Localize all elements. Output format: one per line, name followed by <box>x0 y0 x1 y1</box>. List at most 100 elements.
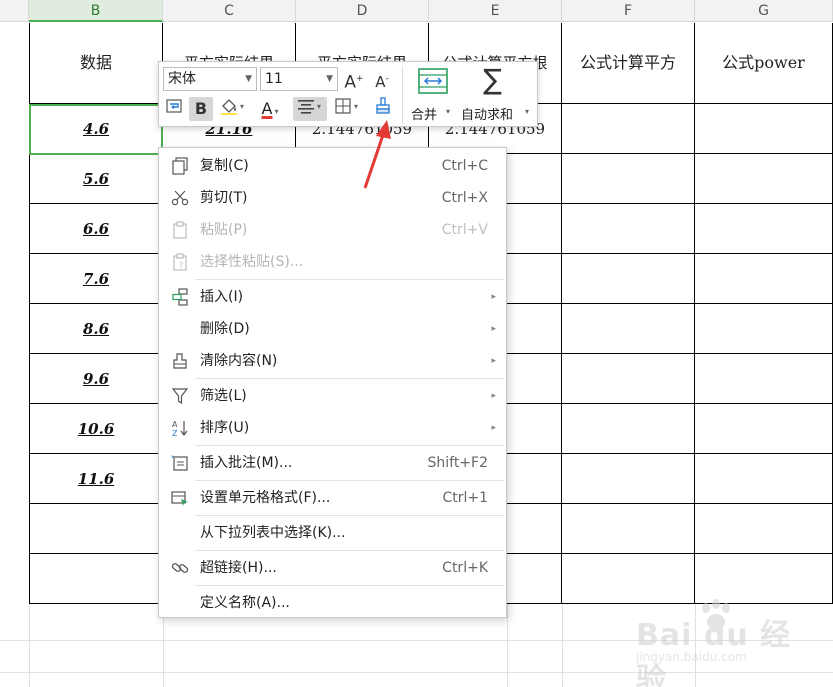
menu-label: 排序(U) <box>200 420 250 436</box>
menu-separator <box>195 550 504 551</box>
svg-text:A: A <box>172 420 178 429</box>
menu-item-hyperlink[interactable]: 超链接(H)... Ctrl+K <box>159 553 506 583</box>
sort-icon: AZ <box>172 420 188 437</box>
value-b-row8: 11.6 <box>77 470 115 488</box>
cell-e-row7[interactable] <box>507 404 562 454</box>
paint-bucket-icon: ▾ <box>221 99 244 115</box>
gridline <box>562 604 563 687</box>
cell-e-row8[interactable] <box>507 454 562 504</box>
autosum-button[interactable]: ∑ 自动求和 ▾ <box>461 63 537 125</box>
filter-icon <box>171 388 189 405</box>
link-icon <box>171 563 189 573</box>
font-name-select[interactable]: 宋体 ▼ <box>163 67 257 91</box>
cell-f-row6[interactable] <box>562 354 695 404</box>
cell-g-row10[interactable] <box>695 554 833 604</box>
cell-e-row6[interactable] <box>507 354 562 404</box>
cell-f-row3[interactable] <box>562 204 695 254</box>
copy-icon <box>172 157 188 175</box>
menu-shortcut: Shift+F2 <box>427 455 488 471</box>
menu-item-cut[interactable]: 剪切(T) Ctrl+X <box>159 183 506 213</box>
cell-f-row2[interactable] <box>562 154 695 204</box>
cell-b-row3[interactable]: 6.6 <box>29 204 163 254</box>
cell-g-row6[interactable] <box>695 354 833 404</box>
cell-f-row4[interactable] <box>562 254 695 304</box>
cell-g-row8[interactable] <box>695 454 833 504</box>
baidu-watermark: Bai du 经验 jingyan.baidu.com <box>636 598 796 687</box>
cell-g-row9[interactable] <box>695 504 833 554</box>
cell-e-row9[interactable] <box>507 504 562 554</box>
value-b-row4: 7.6 <box>82 270 110 288</box>
cell-b-row9[interactable] <box>29 504 163 554</box>
cell-b-row6[interactable]: 9.6 <box>29 354 163 404</box>
bold-button[interactable]: B <box>189 97 213 121</box>
cell-f-row1[interactable] <box>562 104 695 154</box>
annotation-arrow <box>363 120 391 189</box>
cell-b-header[interactable]: 数据 <box>29 23 163 104</box>
cell-g-row1[interactable] <box>695 104 833 154</box>
menu-shortcut: Ctrl+1 <box>442 490 488 506</box>
menu-item-sort[interactable]: AZ 排序(U) ▸ <box>159 413 506 443</box>
align-button[interactable]: ▾ <box>293 97 327 121</box>
menu-separator <box>195 279 504 280</box>
menu-item-delete[interactable]: 删除(D) ▸ <box>159 314 506 344</box>
cell-b-row4[interactable]: 7.6 <box>29 254 163 304</box>
column-header-b[interactable]: B <box>29 0 163 22</box>
cell-e-row3[interactable] <box>507 204 562 254</box>
shrink-font-icon: A <box>375 73 386 91</box>
cell-f-row7[interactable] <box>562 404 695 454</box>
chevron-down-icon: ▼ <box>245 74 252 84</box>
cell-f-row8[interactable] <box>562 454 695 504</box>
cell-f-row5[interactable] <box>562 304 695 354</box>
cell-f-header[interactable]: 公式计算平方 <box>562 23 695 104</box>
fill-color-button[interactable]: ▾ <box>217 97 249 121</box>
menu-item-paste[interactable]: 粘贴(P) Ctrl+V <box>159 215 506 245</box>
cell-f-row10[interactable] <box>562 554 695 604</box>
column-header-e[interactable]: E <box>429 0 562 22</box>
cell-b-row2[interactable]: 5.6 <box>29 154 163 204</box>
menu-item-paste-special[interactable]: ? 选择性粘贴(S)... <box>159 247 506 277</box>
cell-b-row10[interactable] <box>29 554 163 604</box>
wrap-text-button[interactable] <box>162 97 186 121</box>
column-header-d[interactable]: D <box>296 0 429 22</box>
chevron-right-icon: ▸ <box>491 324 496 334</box>
menu-item-insert-comment[interactable]: * 插入批注(M)... Shift+F2 <box>159 448 506 478</box>
menu-item-filter[interactable]: 筛选(L) ▸ <box>159 381 506 411</box>
grow-font-button[interactable]: A+ <box>343 67 365 93</box>
column-header-a[interactable] <box>0 0 29 22</box>
cell-g-row2[interactable] <box>695 154 833 204</box>
column-header-f[interactable]: F <box>562 0 695 22</box>
column-header-c[interactable]: C <box>163 0 296 22</box>
cell-g-row3[interactable] <box>695 204 833 254</box>
menu-item-define-name[interactable]: 定义名称(A)... <box>159 588 506 618</box>
menu-item-format-cells[interactable]: 设置单元格格式(F)... Ctrl+1 <box>159 483 506 513</box>
cell-f-row9[interactable] <box>562 504 695 554</box>
cell-g-row4[interactable] <box>695 254 833 304</box>
cell-e-row10[interactable] <box>507 554 562 604</box>
format-cells-icon <box>171 491 188 506</box>
cell-b-row8[interactable]: 11.6 <box>29 454 163 504</box>
menu-separator <box>195 445 504 446</box>
column-header-g[interactable]: G <box>695 0 833 22</box>
font-color-icon: A <box>261 99 273 118</box>
menu-item-clear-contents[interactable]: 清除内容(N) ▸ <box>159 346 506 376</box>
chevron-right-icon: ▸ <box>491 423 496 433</box>
cell-e-row4[interactable] <box>507 254 562 304</box>
shrink-font-button[interactable]: A- <box>371 67 393 91</box>
cell-e-row2[interactable] <box>507 154 562 204</box>
cell-b-row5[interactable]: 8.6 <box>29 304 163 354</box>
cell-g-header[interactable]: 公式power <box>695 23 833 104</box>
svg-text:*: * <box>171 454 175 462</box>
menu-item-copy[interactable]: 复制(C) Ctrl+C <box>159 151 506 181</box>
paste-icon <box>173 221 187 239</box>
merge-button[interactable]: 合并 ▾ <box>406 65 460 125</box>
wrap-text-icon <box>166 99 182 113</box>
cell-b-row7[interactable]: 10.6 <box>29 404 163 454</box>
cell-b-row1[interactable]: 4.6 <box>29 104 163 154</box>
cell-g-row5[interactable] <box>695 304 833 354</box>
font-color-button[interactable]: A ▾ <box>255 97 285 121</box>
font-size-select[interactable]: 11 ▼ <box>260 67 338 91</box>
menu-item-insert[interactable]: 插入(I) ▸ <box>159 282 506 312</box>
cell-e-row5[interactable] <box>507 304 562 354</box>
menu-item-pick-from-list[interactable]: 从下拉列表中选择(K)... <box>159 518 506 548</box>
cell-g-row7[interactable] <box>695 404 833 454</box>
